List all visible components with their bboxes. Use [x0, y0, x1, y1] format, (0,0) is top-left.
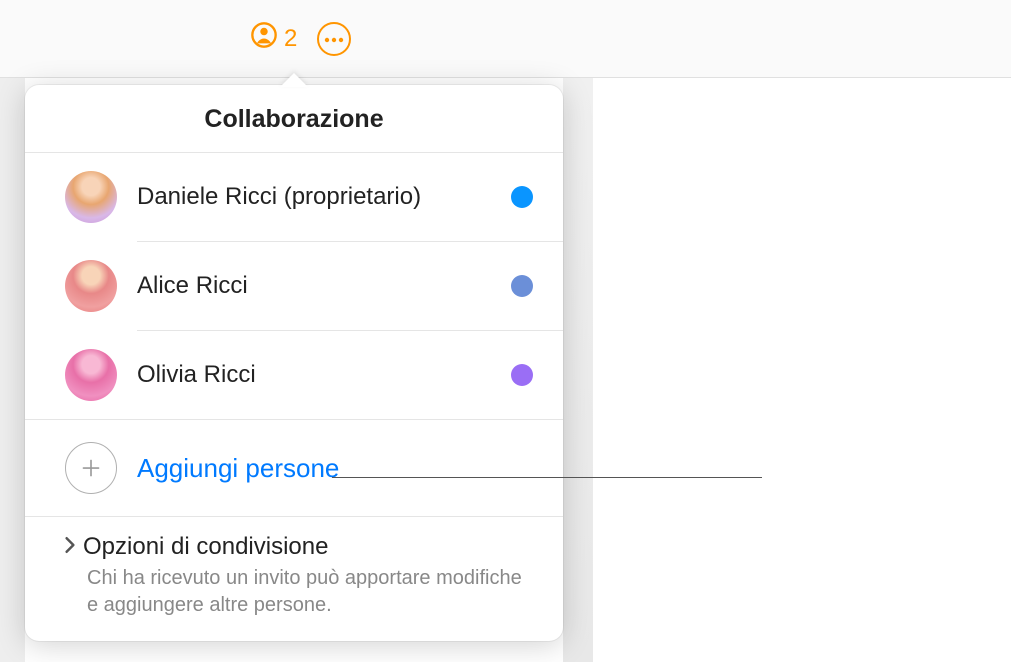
options-subtitle: Chi ha ricevuto un invito può apportare … [87, 565, 533, 619]
collab-count: 2 [284, 25, 297, 53]
options-title: Opzioni di condivisione [83, 533, 328, 561]
participant-name: Alice Ricci [137, 272, 511, 300]
presence-color-dot [511, 364, 533, 386]
plus-icon [65, 442, 117, 494]
add-people-label: Aggiungi persone [137, 453, 339, 484]
avatar [65, 349, 117, 401]
chevron-right-icon [63, 536, 77, 559]
add-people-button[interactable]: Aggiungi persone [25, 420, 563, 516]
participant-row[interactable]: Alice Ricci [25, 242, 563, 330]
more-button[interactable] [317, 22, 351, 56]
options-header: Opzioni di condivisione [63, 533, 533, 561]
person-icon [250, 21, 278, 56]
toolbar-buttons: 2 [250, 21, 351, 56]
toolbar: 2 [0, 0, 1011, 78]
background-left [0, 78, 25, 662]
participant-name: Olivia Ricci [137, 361, 511, 389]
avatar [65, 171, 117, 223]
popover-title: Collaborazione [25, 85, 563, 152]
sharing-options-button[interactable]: Opzioni di condivisione Chi ha ricevuto … [25, 517, 563, 641]
avatar [65, 260, 117, 312]
ellipsis-icon [324, 30, 344, 48]
collaboration-popover: Collaborazione Daniele Ricci (proprietar… [25, 85, 563, 641]
collaboration-button[interactable]: 2 [250, 21, 297, 56]
presence-color-dot [511, 186, 533, 208]
participant-row[interactable]: Daniele Ricci (proprietario) [25, 153, 563, 241]
callout-line [332, 477, 762, 478]
participant-name: Daniele Ricci (proprietario) [137, 183, 511, 211]
presence-color-dot [511, 275, 533, 297]
participant-row[interactable]: Olivia Ricci [25, 331, 563, 419]
background-right [563, 78, 593, 662]
